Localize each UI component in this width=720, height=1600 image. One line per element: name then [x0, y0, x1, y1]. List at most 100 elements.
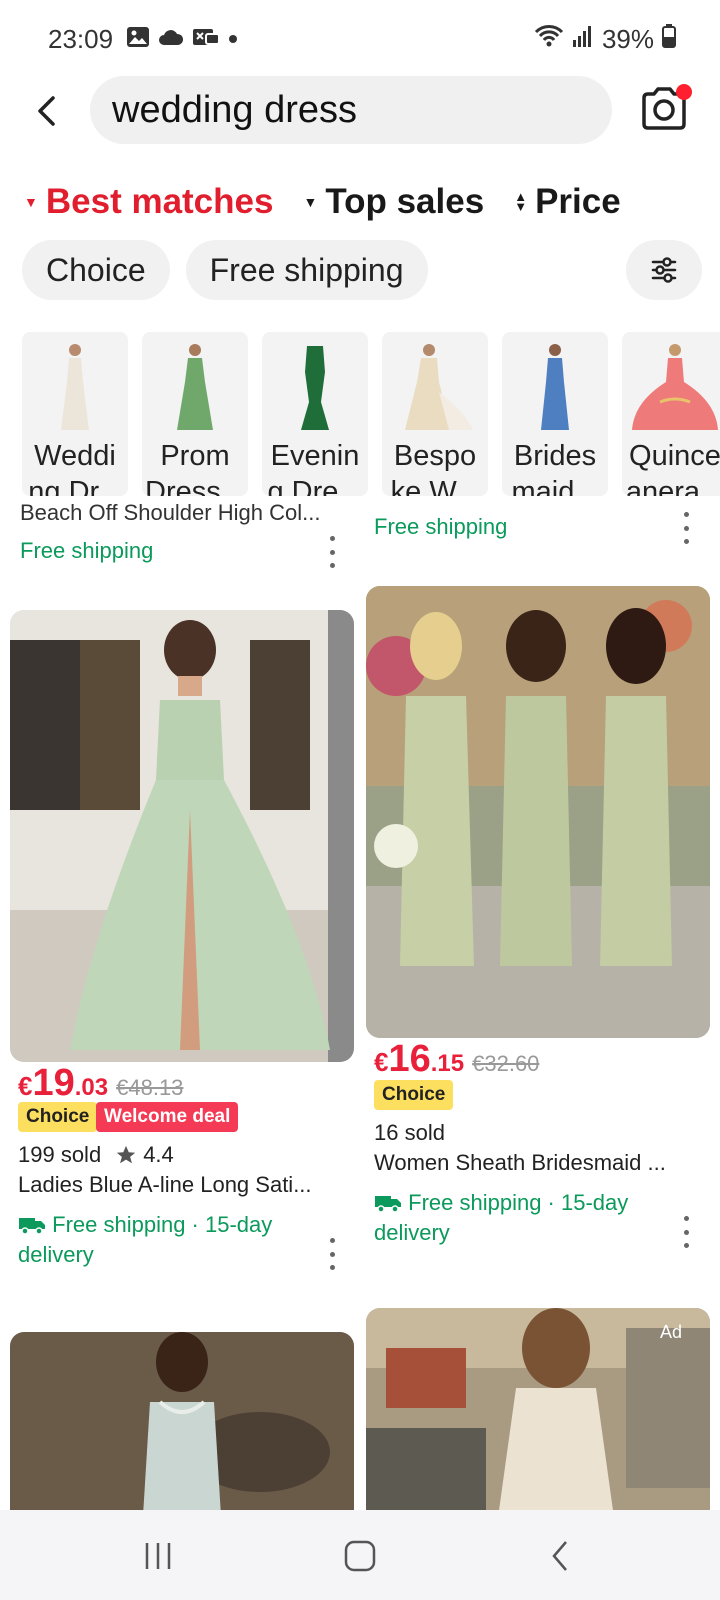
- price-integer: 19: [32, 1062, 75, 1104]
- truck-icon: [375, 1196, 401, 1213]
- price-currency: €: [374, 1047, 389, 1077]
- category-card-quinceanera[interactable]: Quince anera...: [622, 332, 720, 496]
- category-label-2: Dress...: [145, 476, 245, 496]
- status-bar: 23:09 39%: [0, 0, 720, 80]
- product-image[interactable]: [366, 586, 710, 1038]
- shipping-line-2: delivery: [18, 1242, 94, 1267]
- shipping-line-1: Free shipping · 15-day: [52, 1212, 273, 1237]
- wifi-icon: [534, 24, 564, 55]
- category-label: Weddi: [34, 440, 116, 472]
- recent-apps-button[interactable]: [128, 1534, 188, 1578]
- category-thumb: [22, 336, 128, 432]
- sold-count: 199 sold: [18, 1142, 102, 1167]
- product-title-partial: Beach Off Shoulder High Col...: [20, 500, 321, 525]
- welcome-deal-badge: Welcome deal: [96, 1102, 239, 1132]
- category-label-2: g Dre...: [267, 476, 363, 496]
- product-meta: 16 sold: [374, 1120, 445, 1146]
- recent-apps-icon: [145, 1543, 171, 1569]
- star-icon: [117, 1145, 136, 1164]
- category-label: Prom: [160, 440, 230, 472]
- category-thumb: [262, 336, 368, 432]
- shipping-info: Free shipping · 15-day delivery: [374, 1188, 664, 1248]
- price-integer: 16: [388, 1038, 431, 1080]
- category-card-evening[interactable]: Evenin g Dre...: [262, 332, 368, 496]
- product-image[interactable]: [10, 610, 354, 1062]
- category-label: Bespo: [393, 440, 477, 472]
- more-options-icon[interactable]: [682, 1216, 690, 1248]
- system-nav-bar: [0, 1510, 720, 1600]
- search-query: wedding dress: [112, 88, 358, 131]
- category-card-wedding[interactable]: Weddi ng Dr...: [22, 332, 128, 496]
- shipping-label: Free shipping: [374, 514, 508, 539]
- category-label-2: ke W...: [390, 476, 480, 496]
- category-thumb: [622, 336, 720, 432]
- gallery-icon: [126, 26, 150, 53]
- category-strip: Weddi ng Dr... Prom Dress... Evenin g Dr…: [22, 332, 720, 496]
- filter-chips: Choice Free shipping: [22, 240, 428, 300]
- category-card-prom[interactable]: Prom Dress...: [142, 332, 248, 496]
- more-options-icon[interactable]: [682, 512, 690, 544]
- shipping-label: Free shipping: [20, 538, 154, 563]
- price-currency: €: [18, 1071, 33, 1101]
- search-input[interactable]: wedding dress: [90, 76, 612, 144]
- home-icon: [344, 1540, 376, 1572]
- sort-price[interactable]: ▲ ▼ Price: [514, 182, 621, 222]
- category-card-bespoke[interactable]: Bespo ke W...: [382, 332, 488, 496]
- shipping-line-2: delivery: [374, 1220, 450, 1245]
- sliders-icon: [651, 257, 677, 283]
- price-decimal: .15: [430, 1050, 465, 1077]
- sort-top-sales[interactable]: ▼ Top sales: [303, 182, 484, 222]
- product-image[interactable]: Ad: [366, 1308, 710, 1510]
- sort-top-sales-label: Top sales: [325, 182, 485, 221]
- product-meta: 199 sold 4.4: [18, 1142, 174, 1168]
- shipping-info: Free shipping · 15-day delivery: [18, 1210, 308, 1270]
- chip-choice[interactable]: Choice: [22, 240, 170, 300]
- sort-updown-icon: ▲ ▼: [514, 189, 528, 214]
- chevron-left-icon: [38, 96, 55, 126]
- ad-label: Ad: [660, 1322, 683, 1342]
- system-back-button[interactable]: [530, 1534, 590, 1578]
- sort-price-label: Price: [535, 182, 621, 221]
- back-button[interactable]: [24, 86, 68, 136]
- product-price: € 19 .03 €48.13: [18, 1062, 183, 1105]
- caret-down-icon: ▼: [24, 194, 38, 210]
- product-title[interactable]: Women Sheath Bridesmaid ...: [374, 1150, 694, 1176]
- sort-best-matches-label: Best matches: [45, 182, 274, 221]
- status-right: 39%: [534, 24, 676, 55]
- cloud-icon: [158, 28, 184, 51]
- notification-dot: [676, 84, 692, 100]
- filter-button[interactable]: [626, 240, 702, 300]
- chip-free-shipping[interactable]: Free shipping: [185, 240, 428, 300]
- sort-bar: ▼ Best matches ▼ Top sales ▲ ▼ Price: [24, 176, 651, 228]
- product-title[interactable]: Ladies Blue A-line Long Sati...: [18, 1172, 338, 1198]
- notification-icons: [126, 26, 238, 53]
- battery-level: 39%: [601, 24, 654, 54]
- original-price: €48.13: [116, 1075, 184, 1100]
- original-price: €32.60: [472, 1051, 540, 1076]
- status-time: 23:09: [48, 24, 114, 54]
- category-label-2: maid...: [511, 476, 599, 496]
- category-label: Brides: [513, 440, 597, 472]
- category-label: Quince: [629, 440, 720, 472]
- truck-icon: [19, 1218, 45, 1235]
- category-thumb: [142, 336, 248, 432]
- product-image[interactable]: [10, 1332, 354, 1510]
- caret-down-icon: ▼: [303, 194, 318, 210]
- home-button[interactable]: [330, 1534, 390, 1578]
- choice-badge: Choice: [18, 1102, 98, 1132]
- more-options-icon[interactable]: [328, 1238, 336, 1270]
- rating-value: 4.4: [143, 1142, 174, 1167]
- category-label-2: ng Dr...: [28, 476, 122, 496]
- sort-best-matches[interactable]: ▼ Best matches: [24, 182, 273, 222]
- category-card-bridesmaid[interactable]: Brides maid...: [502, 332, 608, 496]
- sold-count: 16 sold: [374, 1120, 445, 1145]
- category-thumb: [382, 336, 488, 432]
- product-price: € 16 .15 €32.60: [374, 1038, 539, 1081]
- more-options-icon[interactable]: [328, 536, 336, 568]
- category-label-2: anera...: [625, 476, 720, 496]
- screen-share-icon: [192, 26, 220, 53]
- battery-icon: [662, 24, 676, 55]
- signal-icon: [572, 24, 594, 55]
- shipping-line-1: Free shipping · 15-day: [408, 1190, 629, 1215]
- price-decimal: .03: [74, 1074, 109, 1101]
